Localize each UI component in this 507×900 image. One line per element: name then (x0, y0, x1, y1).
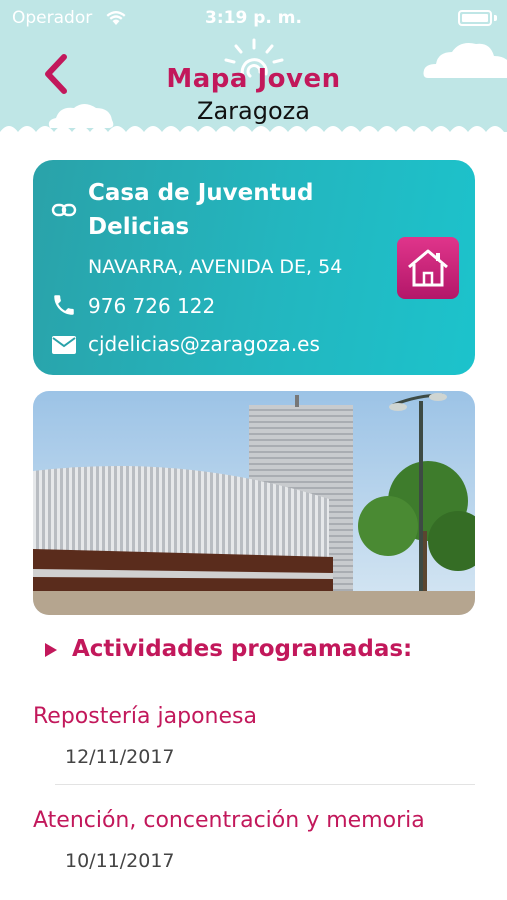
battery-icon (458, 10, 492, 26)
status-time: 3:19 p. m. (205, 8, 302, 28)
activity-date: 12/11/2017 (65, 746, 175, 768)
triangle-right-icon (45, 643, 57, 657)
activity-title: Atención, concentración y memoria (33, 808, 425, 833)
activity-item[interactable]: Repostería japonesa 12/11/2017 (0, 704, 507, 804)
center-name: Casa de Juventud Delicias (88, 180, 314, 240)
phone-icon (54, 295, 74, 315)
house-icon (408, 249, 448, 287)
center-phone-link[interactable]: 976 726 122 (88, 294, 215, 318)
building-photo-image (33, 391, 475, 615)
link-icon (51, 203, 77, 217)
center-address: NAVARRA, AVENIDA DE, 54 (88, 256, 343, 278)
app-header: Operador 3:19 p. m. Mapa Joven Zaragoza (0, 0, 507, 140)
logo-title: Mapa Joven (166, 64, 341, 94)
header-wave-divider (0, 126, 507, 140)
mail-icon (52, 336, 76, 354)
battery-tip (494, 15, 497, 21)
center-photo (33, 391, 475, 615)
center-info-card: Casa de Juventud Delicias NAVARRA, AVENI… (33, 160, 475, 375)
home-map-button[interactable] (397, 237, 459, 299)
activities-heading: Actividades programadas: (72, 636, 413, 662)
status-bar: Operador 3:19 p. m. (0, 0, 507, 36)
center-email-link[interactable]: cjdelicias@zaragoza.es (88, 332, 320, 356)
activity-item[interactable]: Atención, concentración y memoria 10/11/… (0, 808, 507, 900)
divider (55, 784, 475, 785)
activity-date: 10/11/2017 (65, 850, 175, 872)
activity-title: Repostería japonesa (33, 704, 257, 729)
